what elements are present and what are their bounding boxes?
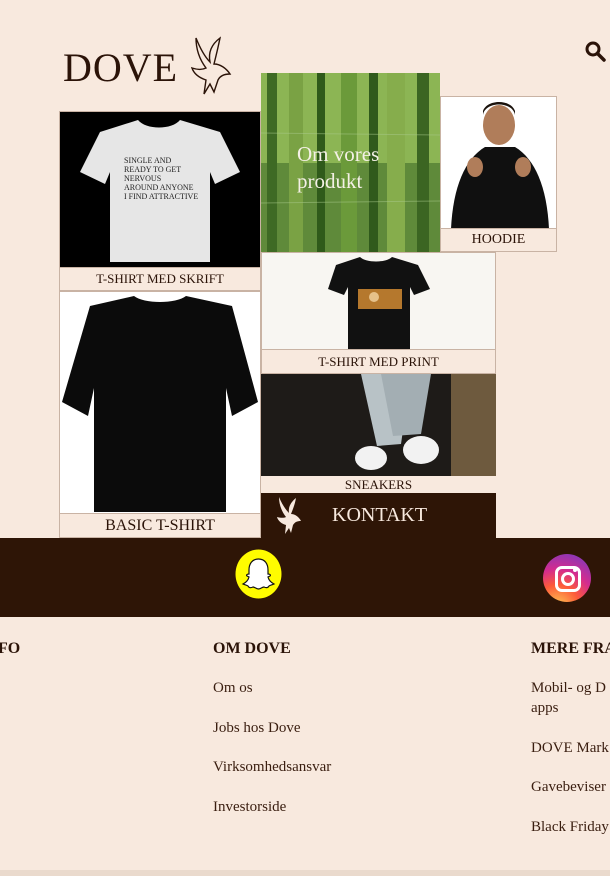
tile-om-vores-produkt[interactable]: Om vores produkt [261, 73, 440, 252]
caption-tshirt-med-skrift: T-SHIRT MED SKRIFT [60, 267, 260, 290]
footer-link-apps[interactable]: apps [531, 700, 559, 717]
logo-text[interactable]: DOVE [63, 44, 178, 91]
footer-link-jobs[interactable]: Jobs hos Dove [213, 720, 301, 737]
tile-tshirt-med-skrift[interactable]: SINGLE AND READY TO GET NERVOUS AROUND A… [59, 111, 261, 291]
footer-link-gavebeviser[interactable]: Gavebeviser [531, 779, 606, 796]
sneakers-image [261, 374, 496, 476]
tile-hoodie[interactable]: HOODIE [440, 96, 557, 252]
caption-basic-tshirt: BASIC T-SHIRT [60, 513, 260, 537]
footer-link-om-os[interactable]: Om os [213, 680, 253, 697]
footer-col1-heading: FO [0, 640, 21, 657]
footer-link-black-friday[interactable]: Black Friday [531, 819, 609, 836]
instagram-lens [561, 572, 575, 586]
footer-link-mobil-apps[interactable]: Mobil- og D [531, 680, 606, 697]
dove-logo-icon [190, 36, 232, 95]
footer-link-virksomhedsansvar[interactable]: Virksomhedsansvar [213, 759, 331, 776]
shirt-slogan: SINGLE AND READY TO GET NERVOUS AROUND A… [124, 156, 199, 201]
instagram-dot [573, 568, 577, 572]
caption-hoodie: HOODIE [441, 228, 556, 251]
bottom-rule [0, 870, 610, 876]
hoodie-image [441, 97, 556, 229]
kontakt-label: KONTAKT [332, 504, 428, 526]
om-vores-produkt-label: Om vores produkt [297, 142, 380, 193]
tshirt-print-image [262, 253, 495, 351]
instagram-icon[interactable] [543, 554, 591, 602]
caption-tshirt-med-print: T-SHIRT MED PRINT [262, 349, 495, 373]
kontakt-button[interactable]: KONTAKT [261, 493, 496, 538]
basic-tshirt-image [60, 292, 260, 514]
search-icon[interactable] [584, 40, 606, 62]
tile-basic-tshirt[interactable]: BASIC T-SHIRT [59, 291, 261, 538]
footer-link-investorside[interactable]: Investorside [213, 799, 286, 816]
tile-tshirt-med-print[interactable]: T-SHIRT MED PRINT [261, 252, 496, 374]
caption-sneakers: SNEAKERS [261, 476, 496, 493]
footer-mere-fra-heading: MERE FRA [531, 640, 610, 657]
tshirt-skrift-image: SINGLE AND READY TO GET NERVOUS AROUND A… [60, 112, 260, 267]
dove-white-icon [277, 497, 301, 534]
snapchat-icon[interactable] [235, 549, 282, 599]
footer-link-dove-mark[interactable]: DOVE Mark [531, 740, 609, 757]
footer-om-dove-heading: OM DOVE [213, 640, 291, 657]
tile-sneakers[interactable]: SNEAKERS [261, 374, 496, 493]
social-bar [0, 538, 610, 617]
